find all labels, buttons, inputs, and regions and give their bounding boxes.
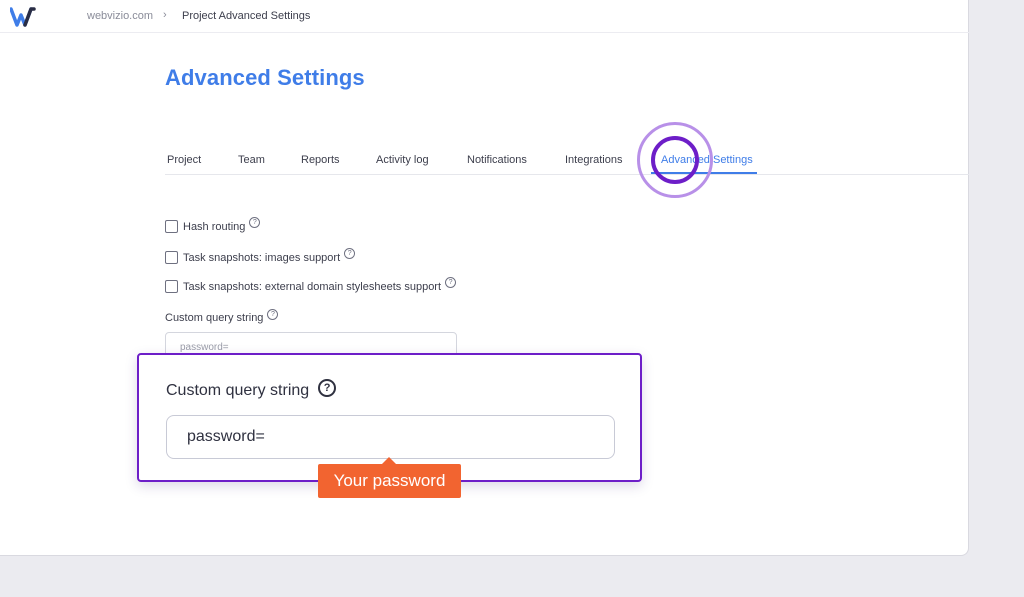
tab-integrations[interactable]: Integrations: [565, 154, 622, 166]
highlight-ring-inner: [651, 136, 699, 184]
callout-query-input[interactable]: password=: [166, 415, 615, 459]
tooltip-arrow: [382, 457, 396, 464]
breadcrumb-root-link[interactable]: webvizio.com: [87, 10, 153, 22]
callout-label: Custom query string: [166, 382, 310, 399]
page-title: Advanced Settings: [165, 65, 365, 90]
help-icon[interactable]: ?: [318, 379, 337, 397]
breadcrumb-separator-icon: ›: [163, 9, 167, 21]
stylesheets-support-label: Task snapshots: external domain styleshe…: [183, 280, 442, 293]
help-icon[interactable]: ?: [249, 217, 261, 228]
breadcrumb-current: Project Advanced Settings: [182, 10, 311, 22]
hash-routing-checkbox[interactable]: [165, 220, 178, 233]
help-icon[interactable]: ?: [445, 277, 457, 288]
tab-team[interactable]: Team: [238, 154, 265, 166]
help-icon[interactable]: ?: [267, 308, 279, 320]
settings-tabs: Project Team Reports Activity log Notifi…: [165, 148, 969, 175]
top-bar: webvizio.com › Project Advanced Settings: [0, 0, 969, 33]
help-icon[interactable]: ?: [344, 248, 356, 259]
tab-reports[interactable]: Reports: [301, 154, 340, 166]
stylesheets-support-checkbox[interactable]: [165, 280, 178, 293]
custom-query-label: Custom query string: [165, 312, 264, 324]
tab-project[interactable]: Project: [167, 154, 201, 166]
images-support-label: Task snapshots: images support: [183, 251, 341, 264]
hash-routing-row: Hash routing ?: [165, 217, 261, 233]
webvizio-logo-icon[interactable]: [10, 7, 40, 27]
password-tooltip: Your password: [318, 464, 461, 498]
callout-label-row: Custom query string ?: [166, 379, 337, 400]
custom-query-label-row: Custom query string ?: [165, 308, 279, 324]
tab-activity-log[interactable]: Activity log: [376, 154, 429, 166]
images-support-row: Task snapshots: images support ?: [165, 248, 356, 264]
tab-notifications[interactable]: Notifications: [467, 154, 527, 166]
stylesheets-support-row: Task snapshots: external domain styleshe…: [165, 277, 457, 293]
hash-routing-label: Hash routing: [183, 220, 246, 233]
images-support-checkbox[interactable]: [165, 251, 178, 264]
